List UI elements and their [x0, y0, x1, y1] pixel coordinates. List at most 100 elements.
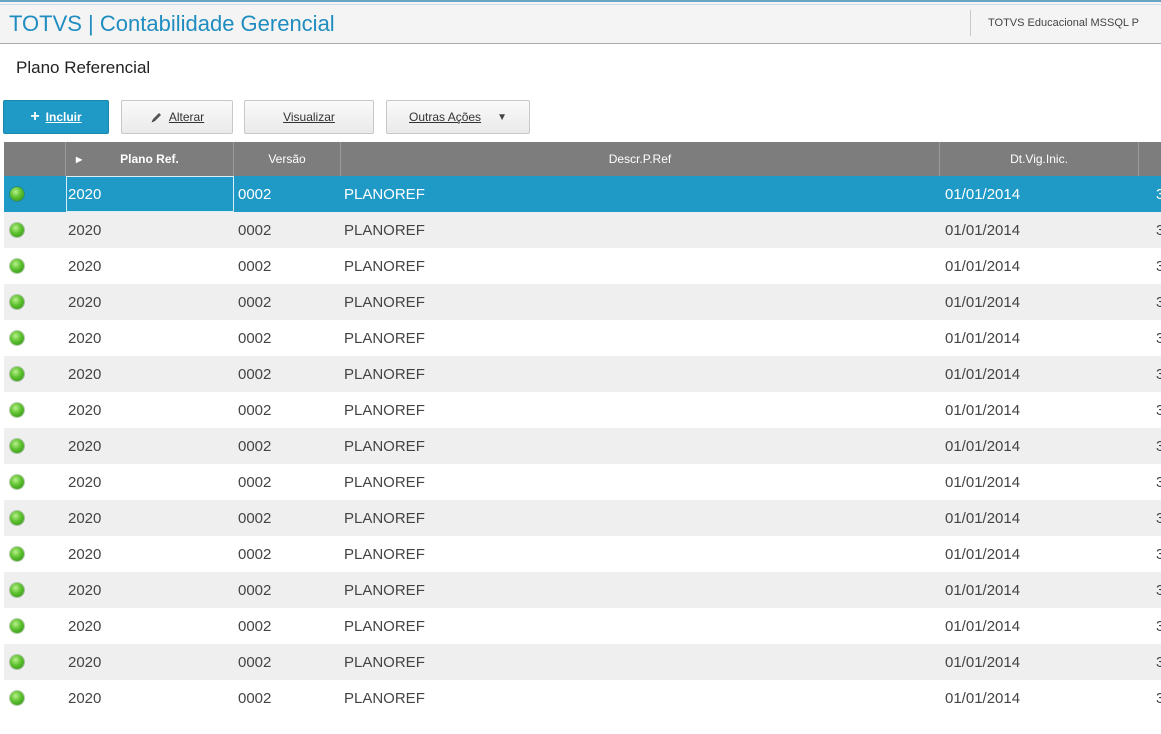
page-title: Plano Referencial: [16, 58, 151, 77]
dt-vig-cell: 01/01/2014: [945, 221, 1021, 239]
descr-cell: PLANOREF: [344, 257, 425, 275]
dt-vig-cell: 01/01/2014: [945, 509, 1021, 527]
plano-ref-cell: 2020: [68, 185, 102, 203]
status-cell: [4, 212, 44, 248]
table-row[interactable]: 2020 0002 PLANOREF 01/01/2014 31: [4, 500, 1161, 536]
table-row[interactable]: 2020 0002 PLANOREF 01/01/2014 31: [4, 428, 1161, 464]
versao-cell: 0002: [238, 365, 272, 383]
versao-cell: 0002: [238, 473, 272, 491]
table-row[interactable]: 2020 0002 PLANOREF 01/01/2014 31: [4, 320, 1161, 356]
dt-vig-cell: 01/01/2014: [945, 293, 1021, 311]
extra-cell: 31: [1156, 617, 1161, 635]
plano-ref-cell: 2020: [68, 401, 102, 419]
header-plano-ref[interactable]: ▶ Plano Ref.: [66, 142, 234, 176]
visualizar-button[interactable]: Visualizar: [244, 100, 374, 134]
status-green-icon: [10, 691, 24, 705]
plano-ref-cell: 2020: [68, 581, 102, 599]
status-green-icon: [10, 439, 24, 453]
plano-ref-cell: 2020: [68, 221, 102, 239]
table-row[interactable]: 2020 0002 PLANOREF 01/01/2014 31: [4, 644, 1161, 680]
pencil-icon: [150, 111, 163, 124]
dt-vig-cell: 01/01/2014: [945, 653, 1021, 671]
extra-cell: 31: [1156, 221, 1161, 239]
sort-arrow-icon: ▶: [76, 154, 83, 164]
status-cell: [4, 392, 44, 428]
plano-ref-cell: 2020: [68, 653, 102, 671]
grid-body: 2020 0002 PLANOREF 01/01/2014 31 2020 0002 PLAN…: [4, 176, 1161, 716]
status-cell: [4, 644, 44, 680]
header-descr[interactable]: Descr.P.Ref: [341, 142, 940, 176]
dt-vig-cell: 01/01/2014: [945, 257, 1021, 275]
table-row[interactable]: 2020 0002 PLANOREF 01/01/2014 31: [4, 284, 1161, 320]
plano-ref-cell: 2020: [68, 545, 102, 563]
status-cell: [4, 176, 44, 212]
status-cell: [4, 356, 44, 392]
versao-cell: 0002: [238, 257, 272, 275]
table-row[interactable]: 2020 0002 PLANOREF 01/01/2014 31: [4, 212, 1161, 248]
table-row[interactable]: 2020 0002 PLANOREF 01/01/2014 31: [4, 356, 1161, 392]
versao-cell: 0002: [238, 545, 272, 563]
app-title: TOTVS | Contabilidade Gerencial: [9, 11, 335, 36]
versao-cell: 0002: [238, 329, 272, 347]
descr-cell: PLANOREF: [344, 473, 425, 491]
status-green-icon: [10, 583, 24, 597]
table-row[interactable]: 2020 0002 PLANOREF 01/01/2014 31: [4, 464, 1161, 500]
table-row[interactable]: 2020 0002 PLANOREF 01/01/2014 31: [4, 176, 1161, 212]
versao-cell: 0002: [238, 221, 272, 239]
header-status[interactable]: [4, 142, 66, 176]
descr-cell: PLANOREF: [344, 545, 425, 563]
versao-cell: 0002: [238, 581, 272, 599]
table-row[interactable]: 2020 0002 PLANOREF 01/01/2014 31: [4, 680, 1161, 716]
status-cell: [4, 536, 44, 572]
table-row[interactable]: 2020 0002 PLANOREF 01/01/2014 31: [4, 572, 1161, 608]
plano-ref-cell: 2020: [68, 689, 102, 707]
extra-cell: 31: [1156, 185, 1161, 203]
dt-vig-cell: 01/01/2014: [945, 689, 1021, 707]
versao-cell: 0002: [238, 653, 272, 671]
status-cell: [4, 500, 44, 536]
data-grid: ▶ Plano Ref. Versão Descr.P.Ref Dt.Vig.I…: [4, 142, 1161, 716]
status-green-icon: [10, 475, 24, 489]
plano-ref-cell: 2020: [68, 617, 102, 635]
outras-acoes-button[interactable]: Outras Ações ▼: [386, 100, 530, 134]
dt-vig-cell: 01/01/2014: [945, 617, 1021, 635]
title-bar: TOTVS | Contabilidade Gerencial TOTVS Ed…: [0, 0, 1161, 44]
status-cell: [4, 464, 44, 500]
plus-icon: +: [30, 108, 40, 125]
extra-cell: 31: [1156, 545, 1161, 563]
descr-cell: PLANOREF: [344, 581, 425, 599]
status-green-icon: [10, 331, 24, 345]
table-row[interactable]: 2020 0002 PLANOREF 01/01/2014 31: [4, 536, 1161, 572]
table-row[interactable]: 2020 0002 PLANOREF 01/01/2014 31: [4, 608, 1161, 644]
status-cell: [4, 428, 44, 464]
incluir-button[interactable]: + Incluir: [3, 100, 109, 134]
table-row[interactable]: 2020 0002 PLANOREF 01/01/2014 31: [4, 248, 1161, 284]
status-green-icon: [10, 619, 24, 633]
header-versao[interactable]: Versão: [234, 142, 341, 176]
status-green-icon: [10, 367, 24, 381]
alterar-button[interactable]: Alterar: [121, 100, 233, 134]
status-green-icon: [10, 403, 24, 417]
dropdown-arrow-icon: ▼: [497, 111, 507, 123]
dt-vig-cell: 01/01/2014: [945, 581, 1021, 599]
dt-vig-cell: 01/01/2014: [945, 329, 1021, 347]
extra-cell: 31: [1156, 293, 1161, 311]
plano-ref-cell: 2020: [68, 329, 102, 347]
header-dt-vig[interactable]: Dt.Vig.Inic.: [940, 142, 1139, 176]
descr-cell: PLANOREF: [344, 329, 425, 347]
status-cell: [4, 572, 44, 608]
status-green-icon: [10, 547, 24, 561]
status-cell: [4, 608, 44, 644]
status-green-icon: [10, 511, 24, 525]
extra-cell: 31: [1156, 329, 1161, 347]
plano-ref-cell: 2020: [68, 509, 102, 527]
dt-vig-cell: 01/01/2014: [945, 401, 1021, 419]
extra-cell: 31: [1156, 365, 1161, 383]
versao-cell: 0002: [238, 185, 272, 203]
dt-vig-cell: 01/01/2014: [945, 473, 1021, 491]
status-green-icon: [10, 295, 24, 309]
table-row[interactable]: 2020 0002 PLANOREF 01/01/2014 31: [4, 392, 1161, 428]
header-extra[interactable]: [1139, 142, 1161, 176]
plano-ref-cell: 2020: [68, 437, 102, 455]
dt-vig-cell: 01/01/2014: [945, 545, 1021, 563]
